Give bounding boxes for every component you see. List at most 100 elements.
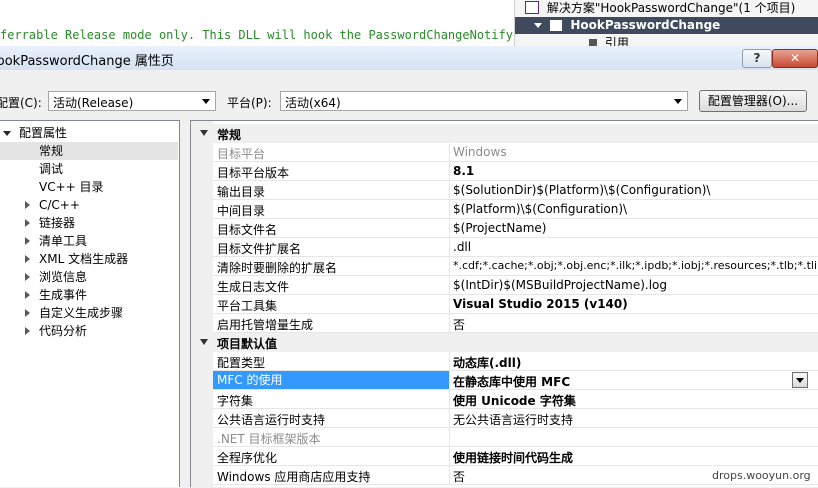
expand-triangle-icon[interactable] <box>25 201 30 209</box>
property-row-target-extension[interactable]: 目标文件扩展名 .dll <box>213 238 818 257</box>
config-toolbar: 配置(C): 活动(Release) 平台(P): 活动(x64) 配置管理器(… <box>0 70 818 120</box>
tree-item-vc-directories[interactable]: VC++ 目录 <box>0 178 178 196</box>
property-name: Windows 应用商店应用支持 <box>217 470 371 484</box>
tree-item-manifest-tool[interactable]: 清单工具 <box>0 232 178 250</box>
property-value: 8.1 <box>453 164 475 178</box>
config-label: 配置(C): <box>0 96 42 110</box>
config-dropdown[interactable]: 活动(Release) <box>48 91 216 111</box>
property-value: 在静态库中使用 MFC <box>453 375 571 389</box>
property-name: 目标文件扩展名 <box>217 242 302 256</box>
chevron-down-icon <box>796 378 804 383</box>
property-row-use-of-mfc[interactable]: MFC 的使用 在静态库中使用 MFC <box>213 371 818 390</box>
platform-label: 平台(P): <box>227 96 272 110</box>
expand-triangle-icon[interactable] <box>25 237 30 245</box>
property-name: 平台工具集 <box>217 299 278 313</box>
tree-item-debugging[interactable]: 调试 <box>0 160 178 178</box>
property-row-output-directory[interactable]: 输出目录 $(SolutionDir)$(Platform)\$(Configu… <box>213 181 818 200</box>
project-label: HookPasswordChange <box>570 18 721 32</box>
property-value: .dll <box>453 240 472 254</box>
property-row-intermediate-directory[interactable]: 中间目录 $(Platform)\$(Configuration)\ <box>213 200 818 219</box>
platform-dropdown[interactable]: 活动(x64) <box>280 91 688 111</box>
tree-item-browse-info[interactable]: 浏览信息 <box>0 268 178 286</box>
dialog-title-bar[interactable]: HookPasswordChange 属性页 ? ✕ <box>0 46 818 70</box>
grid-gutter <box>191 121 213 488</box>
property-name: 字符集 <box>217 394 254 408</box>
tree-item-c-cpp[interactable]: C/C++ <box>0 196 178 214</box>
property-name: 目标平台版本 <box>217 166 290 180</box>
property-row-configuration-type[interactable]: 配置类型 动态库(.dll) <box>213 352 818 371</box>
collapse-triangle-icon <box>534 23 542 28</box>
tree-item-label: 浏览信息 <box>39 270 88 284</box>
tree-item-build-events[interactable]: 生成事件 <box>0 286 178 304</box>
property-name: 启用托管增量生成 <box>217 318 314 332</box>
property-row-platform-toolset[interactable]: 平台工具集 Visual Studio 2015 (v140) <box>213 295 818 314</box>
property-name: 全程序优化 <box>217 451 278 465</box>
property-name: 目标文件名 <box>217 223 278 237</box>
collapse-triangle-icon[interactable] <box>200 130 208 136</box>
solution-explorer: 解决方案"HookPasswordChange"(1 个项目) HookPass… <box>514 0 818 50</box>
property-value: $(IntDir)$(MSBuildProjectName).log <box>453 278 668 292</box>
project-node[interactable]: HookPasswordChange <box>515 17 818 34</box>
property-value: 使用链接时间代码生成 <box>453 451 574 465</box>
tree-item-xml-doc-generator[interactable]: XML 文档生成器 <box>0 250 178 268</box>
tree-item-custom-build-step[interactable]: 自定义生成步骤 <box>0 304 178 322</box>
expand-triangle-icon[interactable] <box>25 291 30 299</box>
tree-item-label: VC++ 目录 <box>39 180 104 194</box>
configuration-manager-button[interactable]: 配置管理器(O)... <box>699 90 807 112</box>
tree-item-label: 自定义生成步骤 <box>39 306 124 320</box>
property-name: MFC 的使用 <box>213 371 449 389</box>
property-value: Visual Studio 2015 (v140) <box>453 297 628 311</box>
project-icon <box>550 20 563 31</box>
category-general[interactable]: 常规 <box>191 124 818 143</box>
property-row-whole-program-optimization[interactable]: 全程序优化 使用链接时间代码生成 <box>213 447 818 466</box>
property-row-target-platform[interactable]: 目标平台 Windows <box>213 143 818 162</box>
expand-triangle-icon[interactable] <box>25 273 30 281</box>
value-dropdown-button[interactable] <box>792 372 808 388</box>
tree-item-label: 链接器 <box>39 216 76 230</box>
property-value: *.cdf;*.cache;*.obj;*.obj.enc;*.ilk;*.ip… <box>453 259 817 272</box>
help-button[interactable]: ? <box>742 49 772 68</box>
expanded-triangle-icon <box>3 131 11 136</box>
collapse-triangle-icon[interactable] <box>200 339 208 345</box>
category-title: 项目默认值 <box>217 337 278 351</box>
property-name: 公共语言运行时支持 <box>217 413 326 427</box>
property-name: 输出目录 <box>217 185 266 199</box>
property-row-character-set[interactable]: 字符集 使用 Unicode 字符集 <box>213 390 818 409</box>
property-name: 生成日志文件 <box>217 280 290 294</box>
property-value: 否 <box>453 470 466 484</box>
category-project-defaults[interactable]: 项目默认值 <box>191 333 818 352</box>
property-row-clr-support[interactable]: 公共语言运行时支持 无公共语言运行时支持 <box>213 409 818 428</box>
property-row-dotnet-framework-version[interactable]: .NET 目标框架版本 <box>213 428 818 447</box>
property-row-build-log-file[interactable]: 生成日志文件 $(IntDir)$(MSBuildProjectName).lo… <box>213 276 818 295</box>
solution-icon <box>525 1 539 14</box>
property-row-managed-incremental-build[interactable]: 启用托管增量生成 否 <box>213 314 818 333</box>
expand-triangle-icon[interactable] <box>25 309 30 317</box>
expand-triangle-icon[interactable] <box>25 255 30 263</box>
watermark: drops.wooyun.org <box>712 469 811 482</box>
solution-node[interactable]: 解决方案"HookPasswordChange"(1 个项目) <box>525 0 795 17</box>
property-value: 否 <box>453 318 466 332</box>
property-row-target-name[interactable]: 目标文件名 $(ProjectName) <box>213 219 818 238</box>
expand-triangle-icon[interactable] <box>25 219 30 227</box>
tree-item-linker[interactable]: 链接器 <box>0 214 178 232</box>
code-comment-line: ferrable Release mode only. This DLL wil… <box>0 28 535 42</box>
property-value: $(Platform)\$(Configuration)\ <box>453 202 628 216</box>
tree-item-label: XML 文档生成器 <box>39 252 129 266</box>
property-row-clean-extensions[interactable]: 清除时要删除的扩展名 *.cdf;*.cache;*.obj;*.obj.enc… <box>213 257 818 276</box>
property-name: 目标平台 <box>217 147 266 161</box>
property-name: .NET 目标框架版本 <box>217 432 321 446</box>
tree-item-configuration-properties[interactable]: 配置属性 <box>0 124 178 142</box>
tree-item-label: 代码分析 <box>39 324 88 338</box>
tree-item-label: 清单工具 <box>39 234 88 248</box>
tree-item-general[interactable]: 常规 <box>0 142 178 160</box>
property-name: 中间目录 <box>217 204 266 218</box>
category-title: 常规 <box>217 128 242 142</box>
tree-item-code-analysis[interactable]: 代码分析 <box>0 322 178 340</box>
property-row-target-platform-version[interactable]: 目标平台版本 8.1 <box>213 162 818 181</box>
property-grid: 常规 目标平台 Windows 目标平台版本 8.1 输出目录 $(Soluti… <box>190 120 818 488</box>
expand-triangle-icon[interactable] <box>25 327 30 335</box>
code-editor-strip: ferrable Release mode only. This DLL wil… <box>0 0 535 46</box>
property-value: $(SolutionDir)$(Platform)\$(Configuratio… <box>453 183 711 197</box>
tree-item-label: 生成事件 <box>39 288 88 302</box>
close-button[interactable]: ✕ <box>772 49 818 68</box>
